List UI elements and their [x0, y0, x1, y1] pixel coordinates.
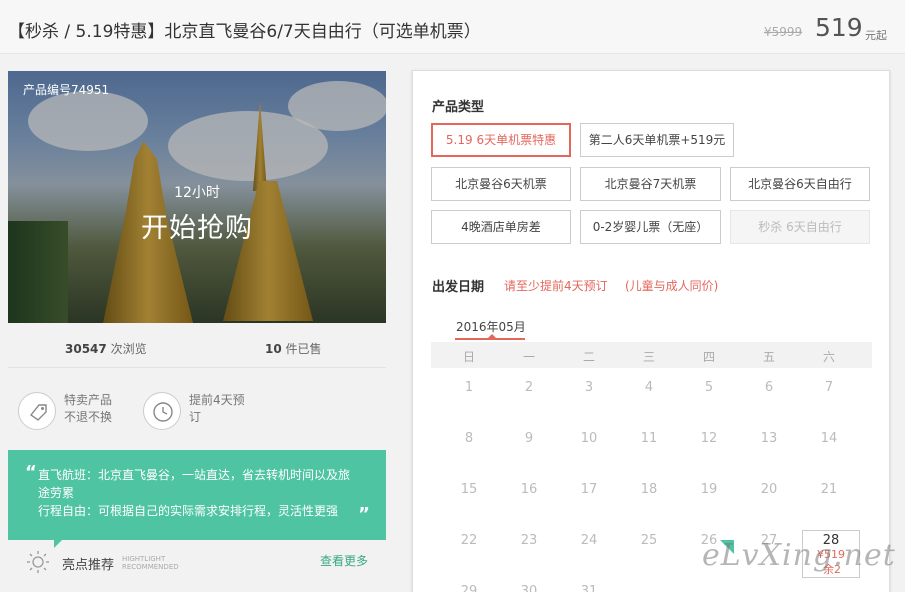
calendar-day: 5: [704, 380, 714, 395]
weekday-thu: 四: [702, 350, 715, 364]
calendar-day: 24: [580, 533, 598, 548]
calendar-day: 9: [524, 431, 534, 446]
countdown-label: 12小时: [174, 185, 220, 201]
advance-notice: 请至少提前4天预订: [504, 279, 608, 293]
price-unit: 元起: [865, 29, 887, 42]
highlight-label: 亮点推荐: [62, 558, 115, 573]
weekday-sat: 六: [822, 350, 835, 364]
product-type-label: 产品类型: [432, 100, 485, 115]
option-6day-free-travel[interactable]: 北京曼谷6天自由行: [730, 167, 870, 201]
weekday-fri: 五: [762, 350, 775, 364]
option-flash-sale-disabled: 秒杀 6天自由行: [730, 210, 870, 244]
calendar-day: 8: [464, 431, 474, 446]
calendar-day: 6: [764, 380, 774, 395]
calendar-day: 2: [524, 380, 534, 395]
calendar-day: 11: [640, 431, 658, 446]
calendar-day: 7: [824, 380, 834, 395]
clock-icon: [143, 392, 181, 430]
watermark-text: eLvXing.net: [702, 538, 896, 573]
calendar-day: 3: [584, 380, 594, 395]
option-519-special[interactable]: 5.19 6天单机票特惠: [431, 123, 571, 157]
calendar-day: 18: [640, 482, 658, 497]
calendar-day: 12: [700, 431, 718, 446]
highlight-box: “ 直飞航班：北京直飞曼谷，一站直达，省去转机时间以及旅 途劳累 行程自由：可根…: [8, 450, 386, 540]
option-6day-ticket[interactable]: 北京曼谷6天机票: [431, 167, 571, 201]
highlight-text-1: 直飞航班：北京直飞曼谷，一站直达，省去转机时间以及旅: [38, 468, 351, 482]
option-7day-ticket[interactable]: 北京曼谷7天机票: [580, 167, 721, 201]
calendar-day: 16: [520, 482, 538, 497]
calendar-day: 23: [520, 533, 538, 548]
calendar-day: 29: [460, 584, 478, 592]
month-caret-icon: [488, 334, 496, 338]
highlight-text-3: 行程自由：可根据自己的实际需求安排行程，灵活性更强: [38, 504, 339, 518]
calendar-day: 19: [700, 482, 718, 497]
countdown-main: 开始抢购: [141, 213, 253, 244]
highlight-label-en: HIGHTLIGHT RECOMMENDED: [122, 555, 179, 571]
weekday-tue: 二: [582, 350, 595, 364]
feature-no-refund: 特卖产品 不退不换: [64, 393, 113, 424]
calendar-day: 10: [580, 431, 598, 446]
weekday-header: 日 一 二 三 四 五 六: [431, 342, 872, 368]
views-stat: 30547 次浏览: [65, 342, 147, 356]
calendar-day: 17: [580, 482, 598, 497]
option-infant-ticket[interactable]: 0-2岁婴儿票（无座）: [580, 210, 721, 244]
child-price-notice: (儿童与成人同价): [625, 279, 719, 293]
calendar-day: 1: [464, 380, 474, 395]
calendar-day: 22: [460, 533, 478, 548]
calendar-day: 15: [460, 482, 478, 497]
tag-icon: [18, 392, 56, 430]
open-quote-icon: “: [25, 462, 37, 483]
feature-advance-booking: 提前4天预 订: [189, 393, 245, 424]
calendar-day: 4: [644, 380, 654, 395]
calendar-day: 20: [760, 482, 778, 497]
departure-date-label: 出发日期: [432, 280, 485, 295]
calendar-day: 25: [640, 533, 658, 548]
sun-icon: [27, 551, 49, 573]
view-more-link[interactable]: 查看更多: [320, 552, 368, 569]
calendar-day: 13: [760, 431, 778, 446]
product-code: 产品编号74951: [23, 83, 110, 97]
weekday-sun: 日: [462, 350, 475, 364]
product-hero-image[interactable]: 产品编号74951 12小时 开始抢购: [8, 71, 386, 323]
calendar-day: 30: [520, 584, 538, 592]
highlight-text-2: 途劳累: [38, 486, 75, 500]
close-quote-icon: ”: [358, 504, 370, 525]
weekday-wed: 三: [642, 350, 655, 364]
month-underline: [455, 338, 525, 340]
weekday-mon: 一: [522, 350, 535, 364]
product-header: 【秒杀 / 5.19特惠】北京直飞曼谷6/7天自由行（可选单机票） ¥5999 …: [0, 0, 905, 54]
original-price: ¥5999: [764, 25, 803, 39]
sale-price: 519: [815, 13, 863, 42]
sold-stat: 10 件已售: [265, 342, 322, 356]
calendar-day: 31: [580, 584, 598, 592]
option-hotel-single-room[interactable]: 4晚酒店单房差: [431, 210, 571, 244]
option-second-person[interactable]: 第二人6天单机票+519元: [580, 123, 734, 157]
product-title: 【秒杀 / 5.19特惠】北京直飞曼谷6/7天自由行（可选单机票）: [8, 22, 481, 42]
highlight-bar: 亮点推荐 HIGHTLIGHT RECOMMENDED 查看更多: [8, 546, 386, 576]
calendar-day: 14: [820, 431, 838, 446]
calendar-day: 21: [820, 482, 838, 497]
month-tab[interactable]: 2016年05月: [456, 318, 526, 335]
product-stats: 30547 次浏览 10 件已售: [8, 330, 386, 368]
